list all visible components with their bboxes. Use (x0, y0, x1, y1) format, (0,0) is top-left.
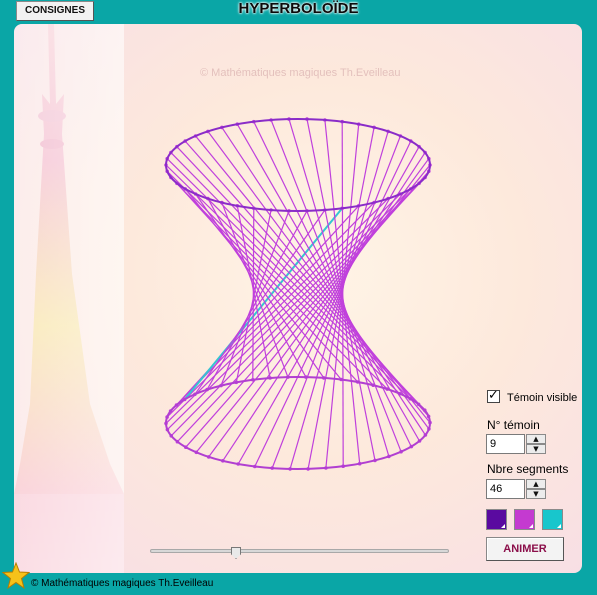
segment-count-input[interactable]: 46 (486, 479, 525, 499)
segment-count-stepper[interactable]: 46 ▲ ▼ (486, 479, 546, 499)
hyperboloid-segment (166, 198, 389, 418)
witness-visible-checkbox[interactable]: ✓ (487, 388, 500, 403)
hyperboloid-segment (195, 135, 431, 423)
stepper-down-icon[interactable]: ▼ (526, 489, 546, 499)
check-icon: ✓ (488, 388, 499, 403)
witness-number-label: N° témoin (487, 418, 540, 432)
hyperboloid-segment (170, 152, 420, 405)
dropdown-corner-icon (557, 524, 561, 528)
dropdown-corner-icon (529, 524, 533, 528)
animate-button[interactable]: ANIMER (486, 537, 564, 561)
star-logo-icon (2, 562, 30, 590)
witness-number-input[interactable]: 9 (486, 434, 525, 454)
color-swatch-cyan[interactable] (542, 509, 563, 530)
segment-count-label: Nbre segments (487, 462, 569, 476)
dropdown-corner-icon (501, 524, 505, 528)
stepper-down-icon[interactable]: ▼ (526, 444, 546, 454)
hyperboloid-segment (195, 193, 325, 379)
hyperboloid-segment (170, 182, 420, 437)
stepper-up-icon[interactable]: ▲ (526, 434, 546, 444)
page-title: HYPERBOLOÏDE (238, 0, 359, 17)
stepper-up-icon[interactable]: ▲ (526, 479, 546, 489)
animation-slider-track[interactable] (150, 549, 449, 553)
footer-copyright: © Mathématiques magiques Th.Eveilleau (31, 578, 214, 589)
hyperboloid-segment (176, 176, 426, 443)
witness-visible-label: Témoin visible (507, 392, 578, 404)
hyperboloid-segment (307, 127, 375, 470)
hyperboloid-segment (237, 146, 420, 465)
color-swatch-magenta[interactable] (514, 509, 535, 530)
color-swatch-violet[interactable] (486, 509, 507, 530)
witness-number-stepper[interactable]: 9 ▲ ▼ (486, 434, 546, 454)
hyperboloid-segment (236, 123, 421, 442)
top-bar: CONSIGNES HYPERBOLOÏDE (0, 0, 597, 24)
hyperboloid-segment (270, 119, 402, 452)
